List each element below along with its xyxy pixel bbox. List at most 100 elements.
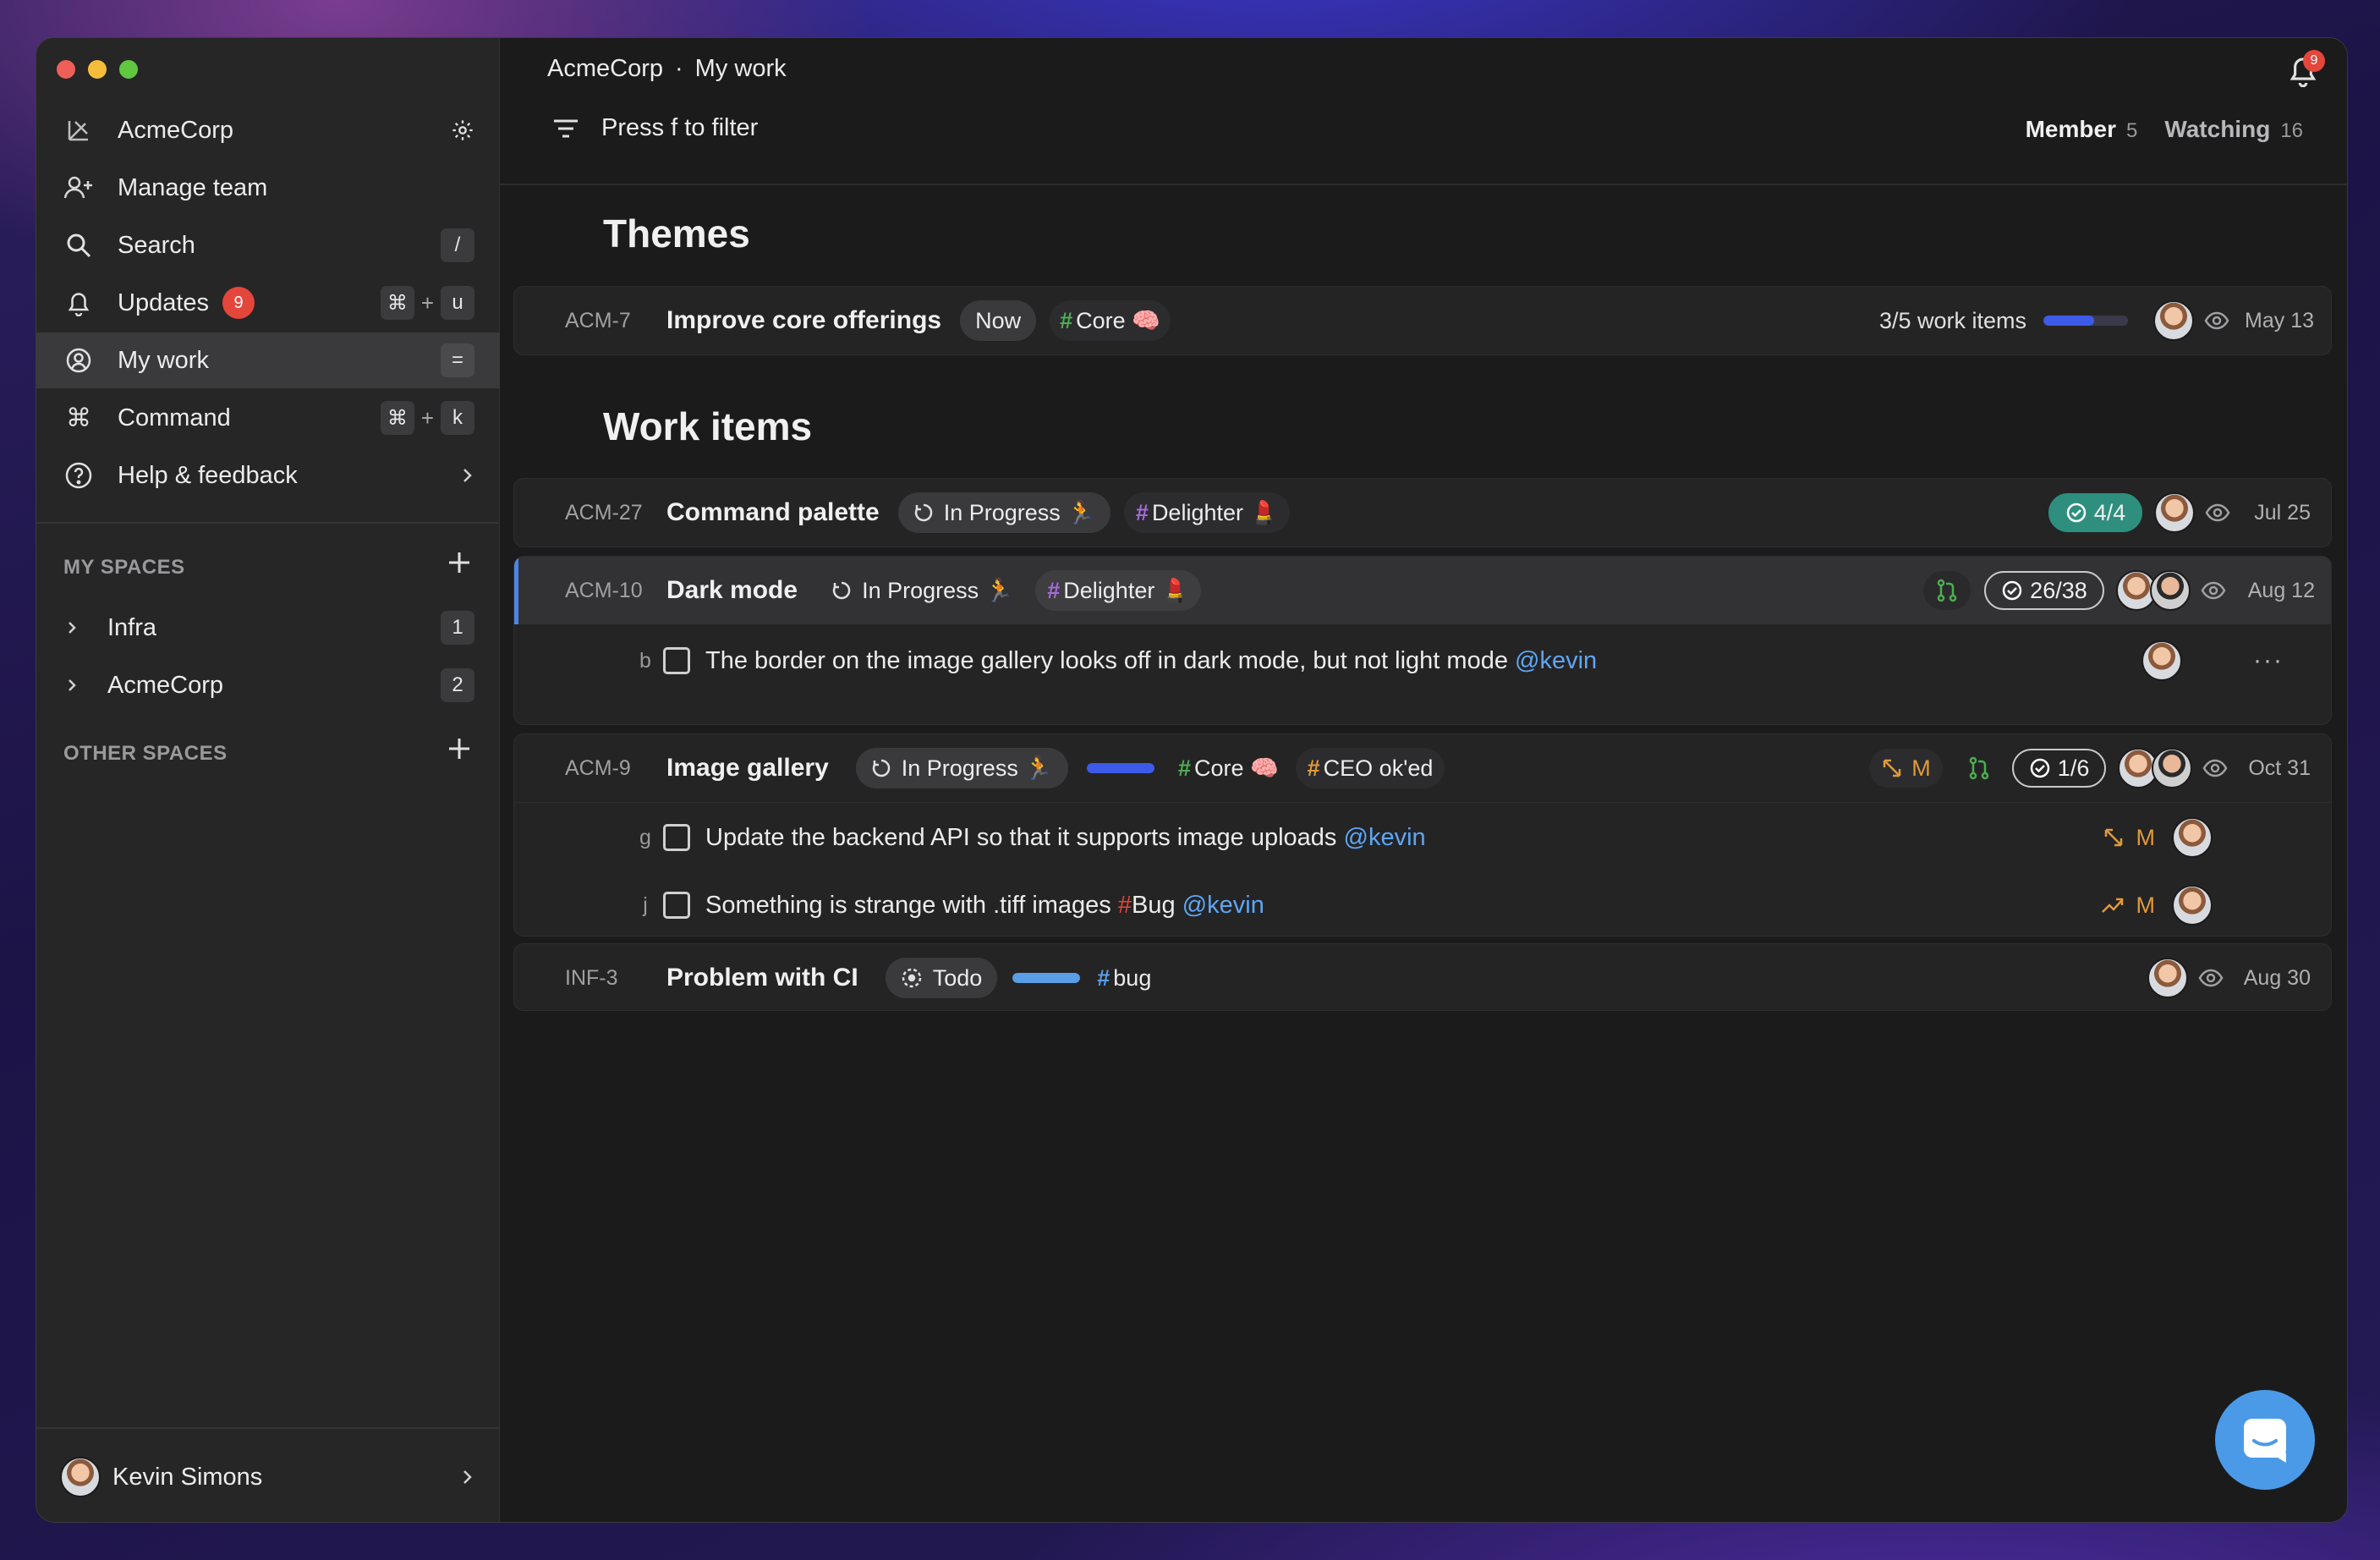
tag-delighter[interactable]: # Delighter 💄 <box>1123 492 1291 533</box>
space-item-infra[interactable]: Infra 1 <box>36 600 500 656</box>
mention[interactable]: @kevin <box>1344 824 1426 851</box>
subtask-checkbox[interactable] <box>663 824 690 851</box>
trending-up-icon <box>2101 898 2123 913</box>
work-item-row[interactable]: ACM-9 Image gallery In Progress 🏃 # Core … <box>514 734 2331 802</box>
chevron-right-icon[interactable] <box>62 611 82 645</box>
eye-icon[interactable] <box>2198 969 2224 987</box>
item-title: Problem with CI <box>666 964 858 991</box>
search-icon <box>62 228 96 262</box>
checklist-badge[interactable]: 26/38 <box>1984 571 2104 610</box>
subtask-row[interactable]: g Update the backend API so that it supp… <box>514 804 2331 871</box>
chevron-right-icon <box>459 1468 474 1486</box>
sidebar-item-label: Command <box>118 404 231 431</box>
tag-ceo-oked[interactable]: # CEO ok'ed <box>1295 748 1445 788</box>
item-id: ACM-10 <box>565 578 643 602</box>
breadcrumb-org[interactable]: AcmeCorp <box>547 55 663 83</box>
add-user-icon <box>62 171 96 205</box>
status-pill[interactable]: In Progress 🏃 <box>855 748 1068 788</box>
tag-core[interactable]: # Core 🧠 <box>1050 300 1171 341</box>
item-title: Improve core offerings <box>666 306 942 334</box>
status-pill[interactable]: Now <box>960 300 1037 341</box>
chevron-right-icon[interactable] <box>62 668 82 702</box>
progress-bar <box>1012 973 1081 983</box>
eye-icon[interactable] <box>2201 581 2226 600</box>
chat-icon <box>2244 1419 2286 1463</box>
subtask-checkbox[interactable] <box>663 647 690 674</box>
close-window-button[interactable] <box>57 60 75 79</box>
member-count: 5 <box>2125 119 2138 142</box>
checklist-badge[interactable]: 4/4 <box>2048 493 2143 532</box>
pull-request-icon[interactable] <box>1923 571 1971 610</box>
eye-icon[interactable] <box>2204 311 2229 330</box>
avatar <box>2141 640 2182 681</box>
notifications-button[interactable]: 9 <box>2286 50 2325 91</box>
filter-input[interactable]: Press f to filter <box>552 114 758 142</box>
work-item-row[interactable]: ACM-27 Command palette In Progress 🏃 # De… <box>513 478 2332 547</box>
avatar <box>2152 748 2193 788</box>
eye-icon[interactable] <box>2205 503 2230 522</box>
member-toggle[interactable]: Member <box>2026 116 2116 143</box>
checklist-badge[interactable]: 1/6 <box>2011 749 2107 788</box>
check-circle-icon <box>2066 503 2086 523</box>
sidebar-item-my-work[interactable]: My work = <box>36 332 500 388</box>
checklist-count: 4/4 <box>2093 499 2126 525</box>
tag-label: bug <box>1113 964 1152 991</box>
bug-tag[interactable]: Bug <box>1132 892 1176 919</box>
sidebar-item-updates[interactable]: Updates 9 ⌘ + u <box>36 275 500 331</box>
item-title: Command palette <box>666 498 880 526</box>
tag-delighter[interactable]: # Delighter 💄 <box>1035 570 1202 611</box>
chat-launcher-button[interactable] <box>2215 1390 2315 1490</box>
work-item-row[interactable]: INF-3 Problem with CI Todo # bug Aug 30 <box>513 943 2332 1011</box>
breadcrumb: AcmeCorp · My work <box>547 55 787 83</box>
shortcut-key: k <box>441 401 474 435</box>
bell-icon <box>62 286 96 320</box>
tag-core[interactable]: # Core 🧠 <box>1171 748 1286 788</box>
status-pill[interactable]: In Progress 🏃 <box>897 492 1110 533</box>
tag-bug[interactable]: # bug <box>1094 958 1154 998</box>
theme-card[interactable]: ACM-7 Improve core offerings Now # Core 🧠… <box>513 286 2332 355</box>
user-profile[interactable]: Kevin Simons <box>36 1449 500 1505</box>
estimate-badge[interactable]: M <box>2101 893 2155 919</box>
estimate-badge[interactable]: M <box>2103 825 2155 851</box>
estimate-badge[interactable]: M <box>1869 749 1943 788</box>
in-progress-icon <box>872 759 891 777</box>
sidebar-item-manage-team[interactable]: Manage team <box>36 160 500 216</box>
add-space-button[interactable] <box>447 547 472 584</box>
watching-count: 16 <box>2280 119 2303 142</box>
tag-label: Core 🧠 <box>1076 308 1160 333</box>
sidebar-item-command[interactable]: ⌘ Command ⌘ + k <box>36 390 500 446</box>
pull-request-icon[interactable] <box>1960 749 1999 788</box>
avatar <box>2149 570 2191 611</box>
expand-arrows-icon <box>1884 759 1901 777</box>
breadcrumb-page: My work <box>694 55 787 82</box>
org-switcher[interactable]: AcmeCorp <box>36 102 500 158</box>
subtask-key: g <box>639 825 651 849</box>
add-other-space-button[interactable] <box>447 733 472 770</box>
settings-gear-icon[interactable] <box>451 118 474 142</box>
space-item-acmecorp[interactable]: AcmeCorp 2 <box>36 657 500 713</box>
subtask-row[interactable]: j Something is strange with .tiff images… <box>514 871 2331 939</box>
user-pin-icon <box>62 343 96 377</box>
subtask-key: j <box>643 893 648 917</box>
eye-icon[interactable] <box>2202 759 2228 777</box>
watching-toggle[interactable]: Watching <box>2164 116 2270 143</box>
avatar <box>2153 300 2195 341</box>
chevron-right-icon <box>459 466 474 485</box>
work-item-row-selected[interactable]: ACM-10 Dark mode In Progress 🏃 # Delighte… <box>514 557 2331 624</box>
zoom-window-button[interactable] <box>119 60 138 79</box>
avatar <box>2147 958 2188 998</box>
status-pill[interactable]: Todo <box>885 958 998 998</box>
more-options-icon[interactable]: ··· <box>2253 646 2284 675</box>
divider <box>514 802 2331 803</box>
shortcut-mod: ⌘ <box>380 286 414 320</box>
sidebar-item-help[interactable]: Help & feedback <box>36 448 500 503</box>
status-pill[interactable]: In Progress 🏃 <box>823 570 1022 611</box>
mention[interactable]: @kevin <box>1182 892 1264 919</box>
minimize-window-button[interactable] <box>88 60 107 79</box>
sidebar-item-search[interactable]: Search / <box>36 217 500 273</box>
other-spaces-heading: OTHER SPACES <box>63 742 228 765</box>
mention[interactable]: @kevin <box>1515 647 1597 674</box>
subtask-row[interactable]: b The border on the image gallery looks … <box>514 626 2331 695</box>
subtask-checkbox[interactable] <box>663 892 690 919</box>
todo-icon <box>902 968 921 988</box>
